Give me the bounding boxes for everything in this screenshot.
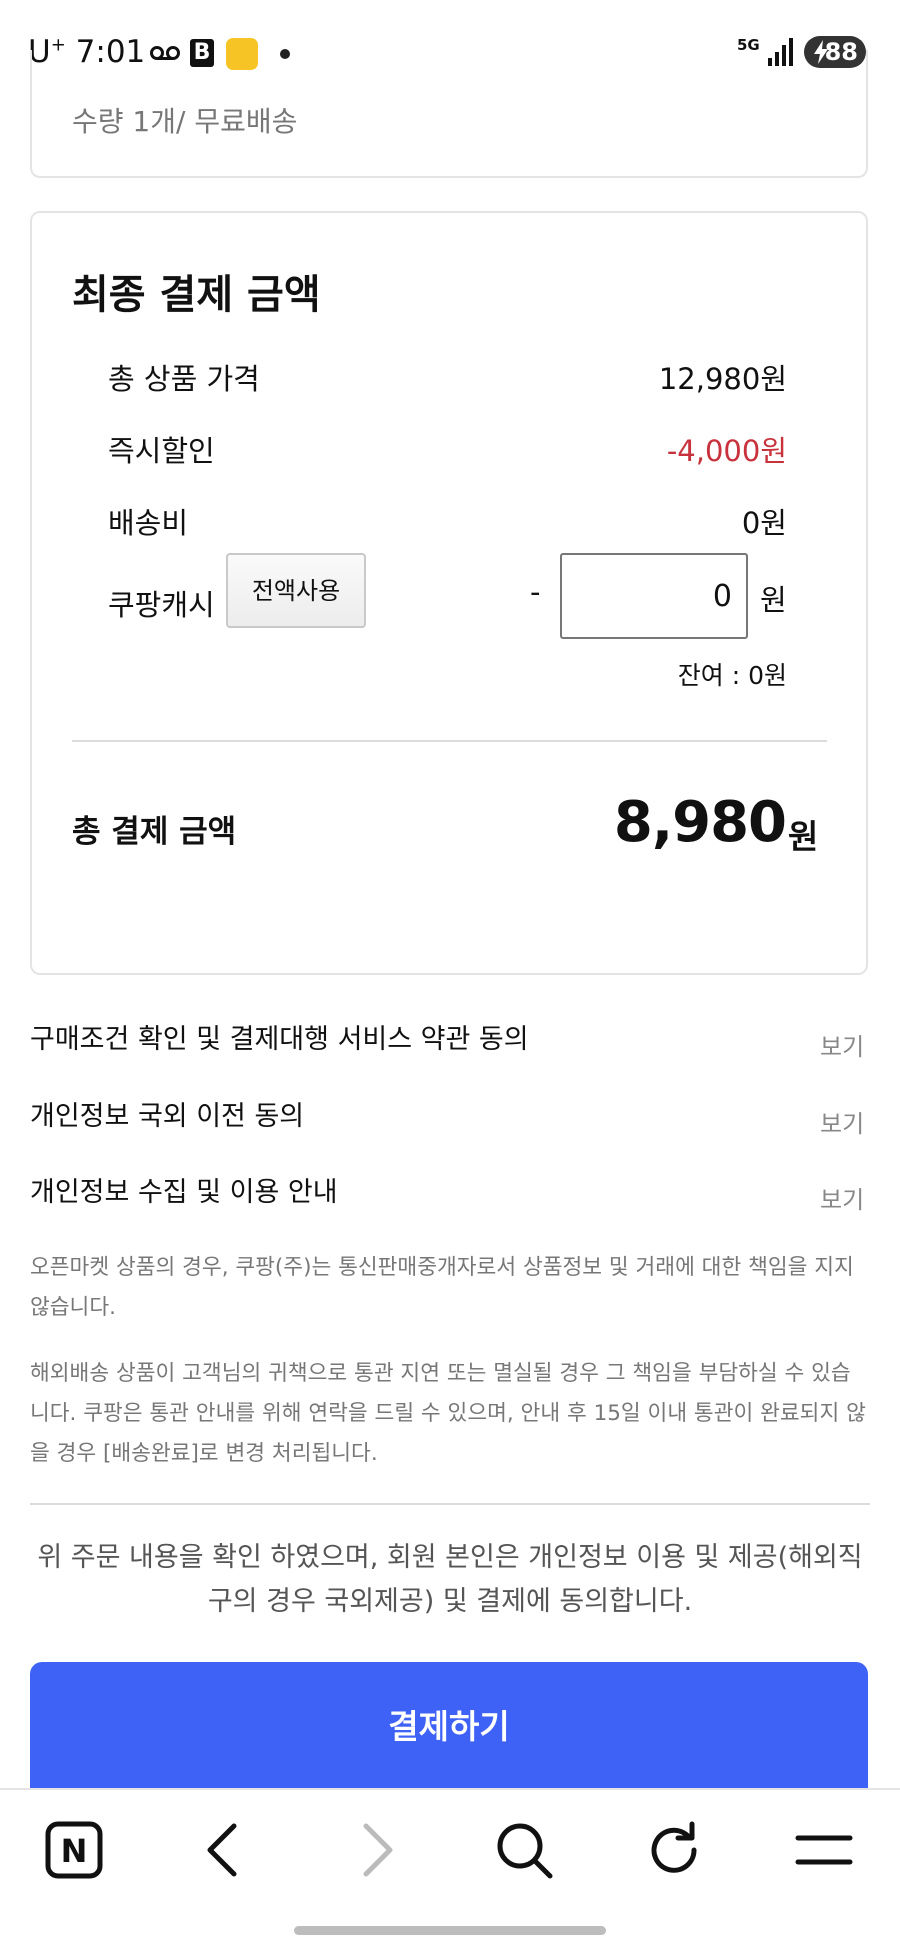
total-payment-label: 총 결제 금액 xyxy=(72,814,237,850)
open-market-notice: 오픈마켓 상품의 경우, 쿠팡(주)는 통신판매중개자로서 상품정보 및 거래에… xyxy=(30,1255,854,1320)
payment-title: 최종 결제 금액 xyxy=(72,272,321,318)
cash-unit-label: 원 xyxy=(760,583,787,617)
back-icon[interactable] xyxy=(192,1818,256,1882)
agreement-terms-view-link[interactable]: 보기 xyxy=(820,1027,864,1062)
cash-balance: 잔여 : 0원 xyxy=(677,661,787,690)
product-price-value: 12,980원 xyxy=(658,362,787,396)
search-icon[interactable] xyxy=(492,1818,556,1882)
payment-divider xyxy=(72,740,827,742)
order-quantity-shipping: 수량 1개/ 무료배송 xyxy=(72,105,298,138)
discount-value: -4,000원 xyxy=(666,434,787,468)
agreement-overseas-transfer-view-link[interactable]: 보기 xyxy=(820,1104,864,1139)
total-payment-unit: 원 xyxy=(788,817,819,856)
cash-amount-input[interactable] xyxy=(560,553,748,639)
pay-button[interactable]: 결제하기 xyxy=(30,1662,868,1792)
use-all-cash-button[interactable]: 전액사용 xyxy=(226,553,366,628)
agreement-terms-label: 구매조건 확인 및 결제대행 서비스 약관 동의 xyxy=(30,1024,529,1055)
discount-label: 즉시할인 xyxy=(108,434,215,468)
shipping-fee-value: 0원 xyxy=(741,506,787,540)
agreement-overseas-transfer-label: 개인정보 국외 이전 동의 xyxy=(30,1101,305,1132)
home-indicator[interactable] xyxy=(294,1926,606,1935)
cash-minus-sign: - xyxy=(530,575,541,609)
menu-icon[interactable] xyxy=(792,1818,856,1882)
agreement-privacy-label: 개인정보 수집 및 이용 안내 xyxy=(30,1177,338,1208)
notice-divider xyxy=(30,1503,870,1505)
forward-icon[interactable] xyxy=(344,1818,408,1882)
overseas-shipping-notice: 해외배송 상품이 고객님의 귀책으로 통관 지연 또는 멸실될 경우 그 책임을… xyxy=(30,1361,866,1466)
shipping-fee-label: 배송비 xyxy=(108,506,189,540)
refresh-icon[interactable] xyxy=(642,1818,706,1882)
product-price-label: 총 상품 가격 xyxy=(108,362,260,396)
agreement-privacy-view-link[interactable]: 보기 xyxy=(820,1180,864,1215)
coupang-cash-label: 쿠팡캐시 xyxy=(108,588,215,622)
total-payment-amount: 8,980 xyxy=(613,790,787,855)
naver-home-letter: N xyxy=(61,1832,88,1870)
naver-home-icon[interactable]: N xyxy=(42,1818,106,1882)
consent-statement: 위 주문 내용을 확인 하였으며, 회원 본인은 개인정보 이용 및 제공(해외… xyxy=(37,1542,863,1617)
